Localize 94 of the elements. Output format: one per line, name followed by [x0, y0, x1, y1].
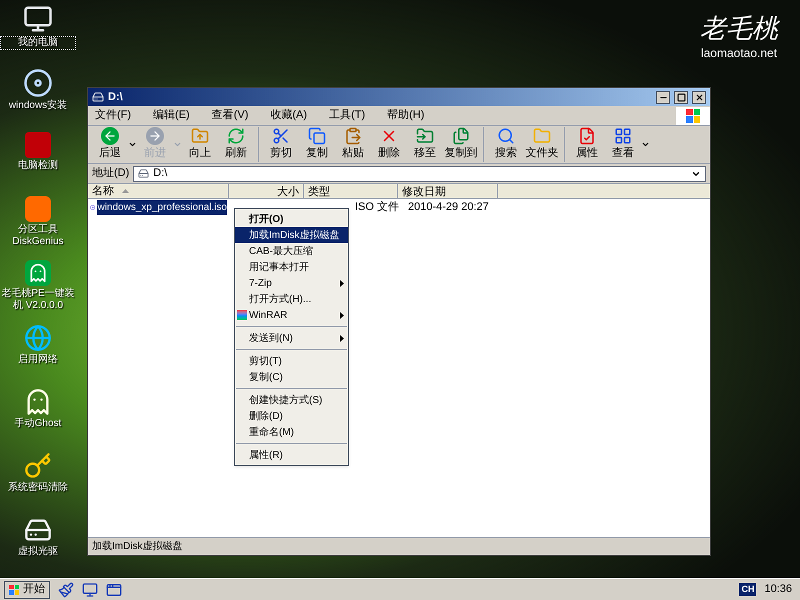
- monitor-icon[interactable]: [82, 582, 98, 598]
- context-menu-item[interactable]: 属性(R): [235, 447, 348, 463]
- window-icon[interactable]: [106, 582, 122, 598]
- toolbar-button[interactable]: 复制: [299, 127, 335, 162]
- desktop-icon-label[interactable]: 老毛桃PE一键装机 V2.0.0.0: [0, 288, 76, 312]
- disc-icon: [23, 68, 53, 98]
- context-menu-item[interactable]: 发送到(N): [235, 330, 348, 346]
- context-menu-item[interactable]: 复制(C): [235, 369, 348, 385]
- toolbar-button[interactable]: 属性: [569, 127, 605, 162]
- menu-item[interactable]: 帮助(H): [380, 107, 432, 124]
- address-label: 地址(D): [92, 166, 130, 182]
- grid-icon: [614, 127, 632, 146]
- close-icon: [694, 92, 704, 102]
- back-icon: [101, 127, 119, 146]
- submenu-arrow-icon: [340, 312, 344, 318]
- submenu-arrow-icon: [340, 334, 344, 342]
- archive-icon: [237, 310, 247, 320]
- start-button[interactable]: 开始: [4, 580, 50, 598]
- desktop-icon-label[interactable]: 我的电脑: [0, 36, 76, 50]
- column-header[interactable]: 类型: [304, 184, 398, 198]
- context-menu-item[interactable]: WinRAR: [235, 307, 348, 323]
- desktop-icon-label[interactable]: windows安装: [0, 100, 76, 112]
- context-menu-item[interactable]: 7-Zip: [235, 275, 348, 291]
- address-field[interactable]: D:\: [133, 166, 706, 182]
- brush-icon[interactable]: [58, 582, 74, 598]
- menu-item[interactable]: 工具(T): [322, 107, 372, 124]
- column-header[interactable]: 名称: [88, 184, 229, 198]
- copy-to-icon: [452, 127, 470, 146]
- refresh-icon: [227, 127, 245, 146]
- scissors-icon: [272, 127, 290, 146]
- context-menu-item[interactable]: 打开方式(H)...: [235, 291, 348, 307]
- desktop-icon-label[interactable]: 系统密码清除: [0, 482, 76, 494]
- context-menu-item[interactable]: 创建快捷方式(S): [235, 392, 348, 408]
- context-menu-item[interactable]: 加载ImDisk虚拟磁盘: [235, 227, 348, 243]
- minimize-button[interactable]: [656, 90, 670, 104]
- toolbar-button[interactable]: 粘贴: [335, 127, 371, 162]
- desktop-icon-label[interactable]: 分区工具 DiskGenius: [0, 224, 76, 248]
- toolbar-button[interactable]: 删除: [371, 127, 407, 162]
- desktop-icon-label[interactable]: 手动Ghost: [0, 418, 76, 430]
- ghost-tile-icon: [25, 260, 51, 286]
- file-date: 2010-4-29 20:27: [407, 200, 489, 215]
- folder-icon: [533, 127, 551, 146]
- document-check-icon: [578, 127, 596, 146]
- submenu-arrow-icon: [340, 280, 344, 286]
- computer-icon: [23, 4, 53, 34]
- menu-item[interactable]: 文件(F): [88, 107, 138, 124]
- toolbar-button[interactable]: 移至: [407, 127, 443, 162]
- caret-icon[interactable]: [128, 140, 137, 149]
- toolbar-button[interactable]: 文件夹: [524, 127, 560, 162]
- desktop-icon-label[interactable]: 电脑检测: [0, 160, 76, 172]
- desktop-icon-label[interactable]: 虚拟光驱: [0, 546, 76, 558]
- toolbar-button[interactable]: 查看: [605, 127, 641, 162]
- toolbar-button[interactable]: 搜索: [488, 127, 524, 162]
- toolbar-button[interactable]: 刷新: [218, 127, 254, 162]
- globe-icon: [24, 324, 52, 352]
- status-bar: 加载ImDisk虚拟磁盘: [88, 537, 710, 555]
- maximize-icon: [676, 92, 686, 102]
- search-icon: [497, 127, 515, 146]
- menu-item[interactable]: 查看(V): [204, 107, 256, 124]
- logo-url: laomaotao.net: [700, 45, 778, 62]
- folder-up-icon: [191, 127, 209, 146]
- context-menu-item[interactable]: CAB-最大压缩: [235, 243, 348, 259]
- context-menu-item[interactable]: 删除(D): [235, 408, 348, 424]
- toolbar-button[interactable]: 复制到: [443, 127, 479, 162]
- folder-arrow-icon: [416, 127, 434, 146]
- toolbar-button[interactable]: 向上: [182, 127, 218, 162]
- window-title: D:\: [108, 90, 124, 105]
- drive-icon: [138, 168, 150, 179]
- drive-icon: [92, 91, 104, 103]
- toolbar-button[interactable]: 剪切: [263, 127, 299, 162]
- context-menu-item[interactable]: 用记事本打开: [235, 259, 348, 275]
- menu-item[interactable]: 编辑(E): [146, 107, 197, 124]
- file-type: ISO 文件: [355, 200, 400, 213]
- clock: 10:36: [764, 582, 793, 598]
- logo-title: 老毛桃: [700, 14, 778, 44]
- ime-indicator[interactable]: CH: [739, 582, 756, 596]
- context-menu-item[interactable]: 剪切(T): [235, 353, 348, 369]
- column-header[interactable]: 大小: [229, 184, 304, 198]
- menu-item[interactable]: 收藏(A): [263, 107, 314, 124]
- caret-icon[interactable]: [641, 140, 650, 149]
- sort-arrow-icon: [122, 189, 129, 193]
- column-header[interactable]: 修改日期: [398, 184, 498, 198]
- context-menu-item[interactable]: 打开(O): [235, 211, 348, 227]
- context-menu-item[interactable]: 重命名(M): [235, 424, 348, 440]
- clipboard-icon: [344, 127, 362, 146]
- windows-logo-icon: [676, 106, 710, 124]
- windows-logo-icon: [9, 584, 19, 594]
- file-name[interactable]: windows_xp_professional.iso: [97, 200, 227, 214]
- key-icon: [24, 452, 52, 480]
- desktop-icon-label[interactable]: 启用网络: [0, 354, 76, 366]
- close-button[interactable]: [692, 90, 706, 104]
- maximize-button[interactable]: [674, 90, 688, 104]
- toolbar-button[interactable]: 后退: [92, 127, 128, 162]
- copy-icon: [308, 127, 326, 146]
